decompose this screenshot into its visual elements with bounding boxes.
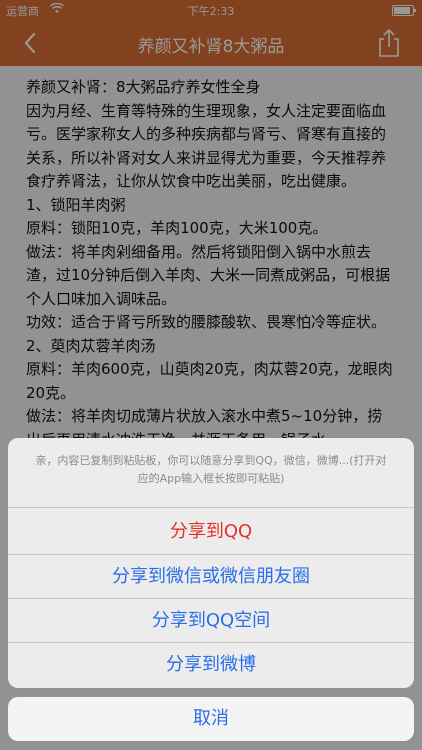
action-sheet: 亲，内容已复制到粘贴板，你可以随意分享到QQ，微信，微博...(打开对应的App… xyxy=(8,438,414,688)
share-qq-button[interactable]: 分享到QQ xyxy=(8,508,414,555)
share-weibo-button[interactable]: 分享到微博 xyxy=(8,643,414,687)
action-sheet-message: 亲，内容已复制到粘贴板，你可以随意分享到QQ，微信，微博...(打开对应的App… xyxy=(8,438,414,508)
share-wechat-button[interactable]: 分享到微信或微信朋友圈 xyxy=(8,555,414,599)
share-qzone-button[interactable]: 分享到QQ空间 xyxy=(8,599,414,643)
cancel-button[interactable]: 取消 xyxy=(8,697,414,741)
